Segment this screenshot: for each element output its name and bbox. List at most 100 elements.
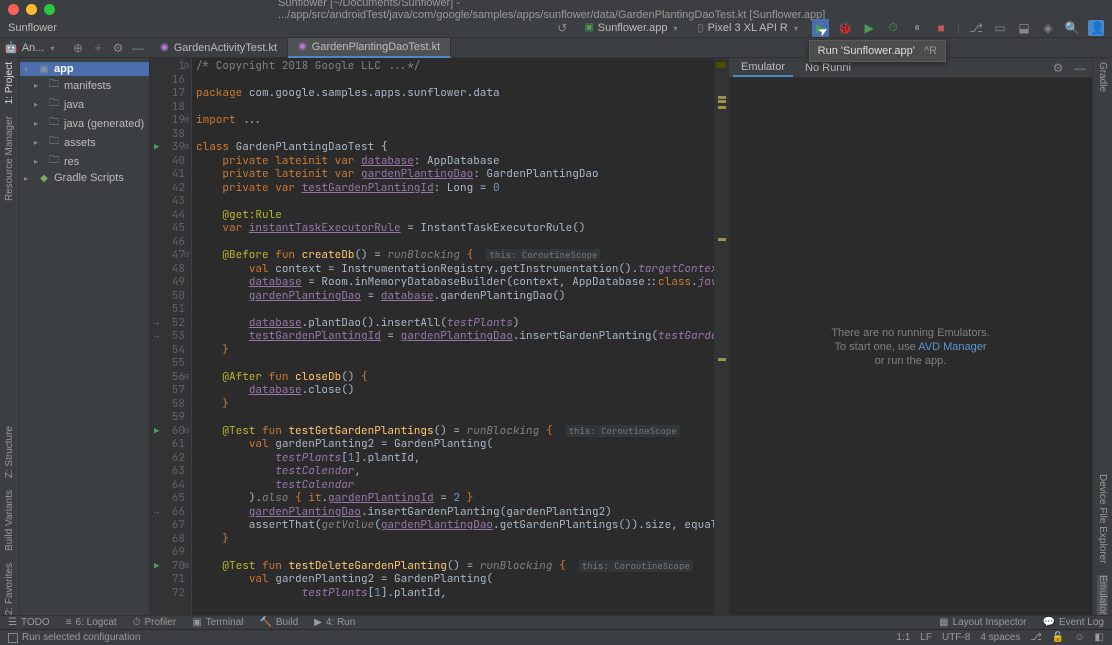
indent-setting[interactable]: 4 spaces bbox=[980, 632, 1020, 643]
bottom-tool-bar: ☰ TODO ≡ 6: Logcat ⏱ Profiler ▣ Terminal… bbox=[0, 615, 1112, 629]
folder-icon: 🗀 bbox=[47, 96, 61, 113]
profiler-tool-button[interactable]: ⏱ Profiler bbox=[133, 617, 177, 628]
window-title: Sunflower [~/Documents/Sunflower] - .../… bbox=[278, 0, 834, 21]
chevron-down-icon bbox=[48, 42, 54, 54]
avd-manager-icon[interactable]: ▭ bbox=[992, 21, 1008, 35]
folder-icon: 🗀 bbox=[47, 77, 61, 94]
project-tree[interactable]: ▾ ▣ app ▸ 🗀 manifests ▸ 🗀 java ▸ 🗀 java … bbox=[20, 58, 150, 615]
terminal-tool-button[interactable]: ▣ Terminal bbox=[192, 617, 243, 628]
run-config-selector[interactable]: ▣ Sunflower.app bbox=[578, 22, 683, 34]
tree-item-res[interactable]: ▸ 🗀 res bbox=[20, 152, 149, 171]
emulator-body: There are no running Emulators. To start… bbox=[729, 78, 1092, 615]
sync-icon[interactable]: ↺ bbox=[554, 21, 570, 35]
build-tool-button[interactable]: 🔨 Build bbox=[259, 617, 298, 628]
tree-item-assets[interactable]: ▸ 🗀 assets bbox=[20, 133, 149, 152]
tree-item-java[interactable]: ▸ 🗀 java bbox=[20, 95, 149, 114]
device-selector[interactable]: ▯ Pixel 3 XL API R bbox=[692, 21, 804, 34]
resource-manager-tool-button[interactable]: Resource Manager bbox=[4, 116, 15, 201]
emulator-tool-button[interactable]: Emulator bbox=[1097, 575, 1108, 615]
tab-emulator[interactable]: Emulator bbox=[733, 59, 793, 77]
gear-icon[interactable]: ⚙ bbox=[110, 41, 126, 55]
gradle-icon: ◆ bbox=[37, 173, 51, 184]
title-bar: Sunflower [~/Documents/Sunflower] - .../… bbox=[0, 0, 1112, 18]
tooltip-text: Run 'Sunflower.app' bbox=[818, 45, 915, 57]
device-label: Pixel 3 XL API R bbox=[708, 22, 788, 34]
logcat-tool-button[interactable]: ≡ 6: Logcat bbox=[66, 617, 117, 628]
sdk-manager-icon[interactable]: ⬓ bbox=[1016, 21, 1032, 35]
chevron-down-icon bbox=[792, 22, 798, 34]
target-icon[interactable]: ⊕ bbox=[70, 41, 86, 55]
kotlin-file-icon: ◉ bbox=[298, 41, 307, 52]
readonly-icon[interactable]: 🔓 bbox=[1052, 632, 1064, 643]
structure-tool-button[interactable]: Z: Structure bbox=[4, 426, 15, 478]
chevron-right-icon: ▸ bbox=[34, 157, 44, 166]
project-view-selector[interactable]: 🤖 An... ⊕ ÷ ⚙ — bbox=[0, 41, 150, 55]
file-encoding[interactable]: UTF-8 bbox=[942, 632, 970, 643]
tree-item-app[interactable]: ▾ ▣ app bbox=[20, 62, 149, 76]
avd-manager-link[interactable]: AVD Manager bbox=[918, 341, 986, 353]
run-button[interactable]: ▶ bbox=[816, 21, 825, 35]
profile-button[interactable]: ⏱ bbox=[885, 20, 901, 35]
editor-scrollbar[interactable] bbox=[714, 58, 728, 615]
project-view-label: An... bbox=[22, 42, 45, 54]
tooltip-shortcut: ^R bbox=[924, 45, 937, 57]
editor-gutter[interactable]: 1⊟16171819⊞38▶39⊟4041424344454647⊟484950… bbox=[150, 58, 192, 615]
left-tool-stripe: 1: Project Resource Manager Z: Structure… bbox=[0, 58, 20, 615]
chevron-down-icon bbox=[672, 22, 678, 34]
chevron-right-icon: ▸ bbox=[34, 138, 44, 147]
search-icon[interactable]: 🔍 bbox=[1064, 21, 1080, 35]
debug-button[interactable]: 🐞 bbox=[837, 21, 853, 35]
todo-tool-button[interactable]: ☰ TODO bbox=[8, 617, 50, 628]
tree-item-manifests[interactable]: ▸ 🗀 manifests bbox=[20, 76, 149, 95]
breadcrumb[interactable]: Sunflower bbox=[8, 22, 57, 34]
tree-item-java-generated[interactable]: ▸ 🗀 java (generated) bbox=[20, 114, 149, 133]
right-tool-stripe: Gradle Device File Explorer Emulator bbox=[1092, 58, 1112, 615]
hide-icon[interactable]: — bbox=[130, 41, 146, 55]
git-branch-icon[interactable]: ⎇ bbox=[968, 21, 984, 35]
caret-position[interactable]: 1:1 bbox=[896, 632, 910, 643]
stop-button[interactable]: ■ bbox=[933, 21, 949, 35]
tree-label: assets bbox=[64, 137, 96, 149]
event-log-tool-button[interactable]: 💬 Event Log bbox=[1043, 617, 1105, 628]
inspection-icon[interactable]: ☺ bbox=[1074, 632, 1084, 643]
status-message: Run selected configuration bbox=[22, 632, 140, 643]
memory-indicator[interactable]: ◧ bbox=[1095, 632, 1104, 643]
run-tooltip: Run 'Sunflower.app' ^R bbox=[809, 40, 946, 62]
hide-icon[interactable]: — bbox=[1072, 61, 1088, 75]
gear-icon[interactable]: ⚙ bbox=[1050, 61, 1066, 75]
line-separator[interactable]: LF bbox=[920, 632, 932, 643]
chevron-right-icon: ▸ bbox=[34, 81, 44, 90]
minimize-window-button[interactable] bbox=[26, 4, 37, 15]
gradle-tool-button[interactable]: Gradle bbox=[1097, 62, 1108, 92]
kotlin-file-icon: ◉ bbox=[160, 42, 169, 53]
editor-tabs: ◉ GardenActivityTest.kt ◉ GardenPlanting… bbox=[150, 38, 451, 58]
attach-debugger-button[interactable]: ⏸ bbox=[909, 20, 925, 35]
project-tool-button[interactable]: 1: Project bbox=[4, 62, 15, 104]
code-editor[interactable]: 1⊟16171819⊞38▶39⊟4041424344454647⊟484950… bbox=[150, 58, 728, 615]
status-icon[interactable] bbox=[8, 633, 18, 643]
device-file-explorer-tool-button[interactable]: Device File Explorer bbox=[1097, 474, 1108, 563]
folder-icon: 🗀 bbox=[47, 134, 61, 151]
build-variants-tool-button[interactable]: Build Variants bbox=[4, 490, 15, 551]
close-window-button[interactable] bbox=[8, 4, 19, 15]
account-icon[interactable]: 👤 bbox=[1088, 20, 1104, 36]
layout-inspector-tool-button[interactable]: ▦ Layout Inspector bbox=[939, 617, 1026, 628]
collapse-icon[interactable]: ÷ bbox=[90, 41, 106, 55]
run-tool-button[interactable]: ▶ 4: Run bbox=[314, 617, 355, 628]
maximize-window-button[interactable] bbox=[44, 4, 55, 15]
chevron-right-icon: ▸ bbox=[34, 100, 44, 109]
resource-manager-icon[interactable]: ◈ bbox=[1040, 21, 1056, 35]
tab-garden-planting-dao-test[interactable]: ◉ GardenPlantingDaoTest.kt bbox=[288, 38, 451, 58]
module-icon: ▣ bbox=[37, 64, 51, 75]
coverage-button[interactable]: ▶ bbox=[861, 21, 877, 35]
tree-label: manifests bbox=[64, 80, 111, 92]
android-icon: 🤖 bbox=[4, 41, 18, 54]
tree-label: java (generated) bbox=[64, 118, 144, 130]
tree-item-gradle-scripts[interactable]: ▸ ◆ Gradle Scripts bbox=[20, 171, 149, 185]
tree-label: java bbox=[64, 99, 84, 111]
tree-label: res bbox=[64, 156, 79, 168]
git-icon[interactable]: ⎇ bbox=[1030, 632, 1042, 643]
code-area[interactable]: /* Copyright 2018 Google LLC ...*/packag… bbox=[192, 58, 714, 615]
favorites-tool-button[interactable]: 2: Favorites bbox=[4, 563, 15, 615]
tab-garden-activity-test[interactable]: ◉ GardenActivityTest.kt bbox=[150, 39, 288, 57]
